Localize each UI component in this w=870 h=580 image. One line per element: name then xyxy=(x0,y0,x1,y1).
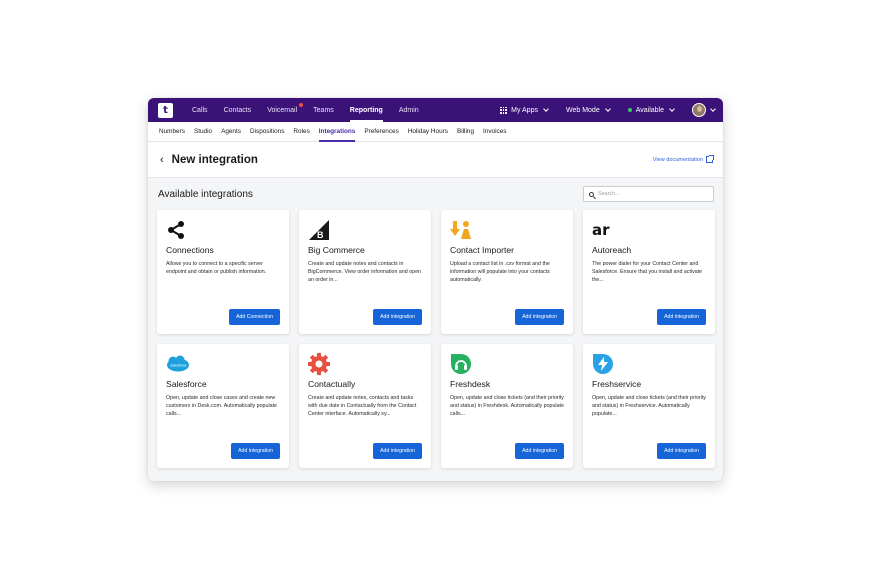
search-box[interactable] xyxy=(583,186,714,202)
avatar[interactable] xyxy=(692,103,706,117)
back-arrow-icon[interactable]: ‹ xyxy=(160,154,164,166)
integration-card-connections: Connections Allows you to connect to a s… xyxy=(157,210,289,334)
nav-contacts[interactable]: Contacts xyxy=(224,98,252,122)
card-description: Create and update notes and contacts in … xyxy=(308,261,421,284)
bigcommerce-icon: B xyxy=(309,220,329,240)
nav-reporting[interactable]: Reporting xyxy=(349,98,383,122)
add-integration-button[interactable]: Add integration xyxy=(657,309,706,325)
integration-card-freshservice: Freshservice Open, update and close tick… xyxy=(583,344,715,468)
add-integration-button[interactable]: Add integration xyxy=(515,309,564,325)
svg-text:salesforce: salesforce xyxy=(171,364,187,368)
add-integration-button[interactable]: Add integration xyxy=(231,443,280,459)
subnav-roles[interactable]: Roles xyxy=(293,122,309,142)
autoreach-icon: ar xyxy=(592,222,610,238)
search-input[interactable] xyxy=(598,191,708,197)
page-header: ‹ New integration View documentation xyxy=(148,142,723,178)
share-icon xyxy=(168,221,184,239)
subnav-numbers[interactable]: Numbers xyxy=(159,122,185,142)
my-apps-label: My Apps xyxy=(511,106,538,114)
card-description: Open, update and close tickets (and thei… xyxy=(592,395,706,418)
nav-voicemail[interactable]: Voicemail xyxy=(267,98,304,122)
nav-teams[interactable]: Teams xyxy=(313,98,334,122)
notification-dot xyxy=(299,103,304,107)
svg-text:B: B xyxy=(317,230,324,240)
add-integration-button[interactable]: Add integration xyxy=(373,309,422,325)
card-description: Open, update and close tickets (and thei… xyxy=(450,395,564,418)
add-integration-button[interactable]: Add integration xyxy=(373,443,422,459)
subnav-integrations[interactable]: Integrations xyxy=(318,122,355,142)
subnav-billing[interactable]: Billing xyxy=(457,122,474,142)
card-title: Big Commerce xyxy=(308,245,365,255)
card-description: Create and update notes, contacts and ta… xyxy=(308,395,417,418)
card-title: Contact Importer xyxy=(450,245,514,255)
integration-card-freshdesk: Freshdesk Open, update and close tickets… xyxy=(441,344,573,468)
integration-card-contactually: Contactually Create and update notes, co… xyxy=(299,344,431,468)
card-description: The power dialer for your Contact Center… xyxy=(592,261,703,284)
subnav-holiday-hours[interactable]: Holiday Hours xyxy=(408,122,448,142)
section-header: Available integrations xyxy=(148,178,723,210)
view-documentation-link[interactable]: View documentation xyxy=(652,155,714,163)
card-title: Salesforce xyxy=(166,379,207,389)
chevron-down-icon xyxy=(604,105,611,112)
nav-admin[interactable]: Admin xyxy=(399,98,419,122)
subnav-studio[interactable]: Studio xyxy=(194,122,212,142)
integration-card-autoreach: ar Autoreach The power dialer for your C… xyxy=(583,210,715,334)
add-connection-button[interactable]: Add Connection xyxy=(229,309,280,325)
freshservice-icon xyxy=(593,354,613,374)
status-label: Available xyxy=(635,106,664,114)
app-window: t Calls Contacts Voicemail Teams Reporti… xyxy=(148,98,723,481)
section-title: Available integrations xyxy=(158,188,253,200)
apps-grid-icon xyxy=(500,106,508,114)
subnav-preferences[interactable]: Preferences xyxy=(364,122,398,142)
integration-card-salesforce: salesforce Salesforce Open, update and c… xyxy=(157,344,289,468)
integration-card-bigcommerce: B Big Commerce Create and update notes a… xyxy=(299,210,431,334)
nav-calls[interactable]: Calls xyxy=(192,98,208,122)
subnav-agents[interactable]: Agents xyxy=(221,122,241,142)
card-title: Autoreach xyxy=(592,245,632,255)
view-documentation-label: View documentation xyxy=(652,156,703,163)
subnav-invoices[interactable]: Invoices xyxy=(483,122,506,142)
contact-importer-icon xyxy=(450,221,471,239)
status-dot-icon xyxy=(627,108,632,112)
card-title: Freshservice xyxy=(592,379,642,389)
sub-nav: Numbers Studio Agents Dispositions Roles… xyxy=(148,122,723,142)
top-nav: t Calls Contacts Voicemail Teams Reporti… xyxy=(148,98,723,122)
nav-voicemail-label: Voicemail xyxy=(267,106,298,114)
card-title: Contactually xyxy=(308,379,356,389)
my-apps-menu[interactable]: My Apps xyxy=(500,105,549,114)
card-title: Connections xyxy=(166,245,214,255)
card-description: Open, update and close cases and create … xyxy=(166,395,277,418)
chevron-down-icon xyxy=(669,105,675,112)
card-description: Upload a contact list in .csv format and… xyxy=(450,261,550,284)
app-logo[interactable]: t xyxy=(158,102,173,118)
search-icon xyxy=(589,191,594,197)
salesforce-icon: salesforce xyxy=(167,355,189,372)
card-title: Freshdesk xyxy=(450,379,491,389)
external-link-icon xyxy=(706,155,714,163)
freshdesk-icon xyxy=(451,354,471,374)
add-integration-button[interactable]: Add integration xyxy=(515,443,564,459)
svg-text:ar: ar xyxy=(592,222,610,238)
subnav-dispositions[interactable]: Dispositions xyxy=(250,122,284,142)
chevron-down-icon[interactable] xyxy=(710,105,716,112)
add-integration-button[interactable]: Add integration xyxy=(657,443,706,459)
web-mode-label: Web Mode xyxy=(565,106,600,114)
integration-card-contact-importer: Contact Importer Upload a contact list i… xyxy=(441,210,573,334)
chevron-down-icon xyxy=(543,105,549,112)
web-mode-menu[interactable]: Web Mode xyxy=(565,105,611,114)
page-title: New integration xyxy=(171,153,258,166)
card-description: Allows you to connect to a specific serv… xyxy=(166,261,267,276)
status-menu[interactable]: Available xyxy=(627,105,675,114)
contactually-icon xyxy=(308,353,330,375)
